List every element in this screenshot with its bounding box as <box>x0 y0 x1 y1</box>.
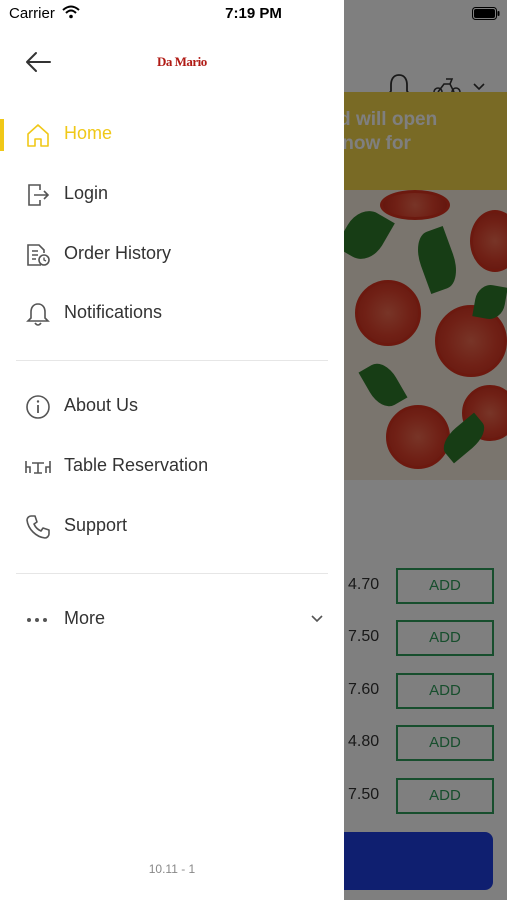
divider <box>16 573 328 574</box>
menu-label: Login <box>64 183 109 203</box>
menu-label: More <box>64 608 106 628</box>
menu-label: Home <box>64 123 113 143</box>
info-icon <box>26 395 50 419</box>
app-version: 10.11 - 1 <box>148 862 196 876</box>
navigation-drawer: Da Mario Home Login Order History Notifi… <box>0 0 344 900</box>
back-arrow-icon[interactable] <box>24 50 52 74</box>
menu-item-notifications[interactable]: Notifications <box>0 286 344 342</box>
status-bar: Carrier 7:19 PM <box>0 0 507 28</box>
phone-icon <box>26 515 50 539</box>
brand-logo: Da Mario <box>157 54 207 69</box>
active-indicator <box>0 119 4 151</box>
menu-item-login[interactable]: Login <box>0 167 344 223</box>
menu-item-order-history[interactable]: Order History <box>0 227 344 283</box>
table-icon <box>25 461 51 474</box>
menu-item-about-us[interactable]: About Us <box>0 379 344 435</box>
login-icon <box>28 184 50 206</box>
chevron-down-icon[interactable] <box>310 614 324 624</box>
home-icon <box>27 124 49 147</box>
menu-label: Notifications <box>64 302 163 322</box>
menu-label: Table Reservation <box>64 455 209 475</box>
battery-icon <box>472 7 500 20</box>
menu-label: About Us <box>64 395 139 415</box>
status-time: 7:19 PM <box>225 5 282 22</box>
menu-label: Order History <box>64 243 172 263</box>
menu-item-table-reservation[interactable]: Table Reservation <box>0 439 344 495</box>
menu-item-more[interactable]: More <box>0 592 344 648</box>
menu-item-home[interactable]: Home <box>0 107 344 163</box>
order-history-icon <box>27 244 50 266</box>
drawer-header: Da Mario <box>0 28 344 100</box>
more-dots-icon <box>27 618 47 622</box>
menu-label: Support <box>64 515 128 535</box>
bell-icon <box>26 303 50 326</box>
menu-item-support[interactable]: Support <box>0 499 344 555</box>
divider <box>16 360 328 361</box>
